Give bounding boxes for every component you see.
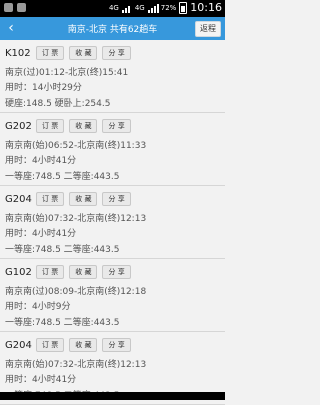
train-code: K102 (5, 47, 31, 59)
navigation-bar (0, 392, 225, 400)
duration-text: 用时：14小时29分 (5, 83, 82, 93)
price-text: 一等座:748.5 二等座:443.5 (5, 245, 120, 255)
network-type: 4G (108, 3, 119, 12)
share-button[interactable]: 分 享 (102, 192, 131, 206)
train-code: G204 (5, 339, 32, 351)
collect-button[interactable]: 收 藏 (69, 192, 98, 206)
signal-icon (147, 3, 159, 13)
train-item[interactable]: G202 订 票 收 藏 分 享 南京南(始)06:52-北京南(终)11:33… (0, 113, 225, 186)
duration-text: 用时：4小时41分 (5, 229, 77, 239)
collect-button[interactable]: 收 藏 (69, 119, 98, 133)
train-item[interactable]: G102 订 票 收 藏 分 享 南京南(过)08:09-北京南(终)12:18… (0, 259, 225, 332)
book-button[interactable]: 订 票 (36, 119, 65, 133)
clock: 10:16 (190, 1, 222, 14)
page-title: 南京-北京 共有62趟车 (67, 25, 158, 35)
price-text: 一等座:748.5 二等座:443.5 (5, 172, 120, 182)
return-trip-button[interactable]: 返程 (195, 21, 221, 37)
share-button[interactable]: 分 享 (102, 265, 131, 279)
notification-icons (4, 3, 26, 12)
status-bar: 4G 4G 72% 10:16 (0, 0, 225, 17)
route-text: 南京南(始)07:32-北京南(终)12:13 (5, 360, 147, 370)
train-item[interactable]: K102 订 票 收 藏 分 享 南京(过)01:12-北京(终)15:41 用… (0, 40, 225, 113)
collect-button[interactable]: 收 藏 (69, 46, 98, 60)
train-code: G102 (5, 266, 32, 278)
app-notification-icon (17, 3, 26, 12)
train-code: G204 (5, 193, 32, 205)
book-button[interactable]: 订 票 (36, 192, 65, 206)
battery-percent: 72% (160, 3, 177, 12)
train-code: G202 (5, 120, 32, 132)
price-text: 一等座:748.5 二等座:443.5 (5, 318, 120, 328)
share-button[interactable]: 分 享 (102, 338, 131, 352)
route-text: 南京南(始)07:32-北京南(终)12:13 (5, 214, 147, 224)
share-button[interactable]: 分 享 (102, 119, 131, 133)
book-button[interactable]: 订 票 (36, 265, 65, 279)
share-button[interactable]: 分 享 (102, 46, 131, 60)
collect-button[interactable]: 收 藏 (69, 338, 98, 352)
app-notification-icon (4, 3, 13, 12)
book-button[interactable]: 订 票 (36, 338, 65, 352)
title-bar: ‹ 南京-北京 共有62趟车 返程 (0, 17, 225, 40)
route-text: 南京(过)01:12-北京(终)15:41 (5, 68, 129, 78)
route-text: 南京南(过)08:09-北京南(终)12:18 (5, 287, 147, 297)
duration-text: 用时：4小时9分 (5, 302, 71, 312)
signal-icon (121, 3, 132, 13)
train-list: K102 订 票 收 藏 分 享 南京(过)01:12-北京(终)15:41 用… (0, 40, 225, 405)
battery-icon (179, 1, 188, 14)
network-type: 4G (134, 3, 145, 12)
price-text: 硬座:148.5 硬卧上:254.5 (5, 99, 111, 109)
collect-button[interactable]: 收 藏 (69, 265, 98, 279)
duration-text: 用时：4小时41分 (5, 375, 77, 385)
duration-text: 用时：4小时41分 (5, 156, 77, 166)
route-text: 南京南(始)06:52-北京南(终)11:33 (5, 141, 147, 151)
train-item[interactable]: G204 订 票 收 藏 分 享 南京南(始)07:32-北京南(终)12:13… (0, 186, 225, 259)
book-button[interactable]: 订 票 (36, 46, 65, 60)
